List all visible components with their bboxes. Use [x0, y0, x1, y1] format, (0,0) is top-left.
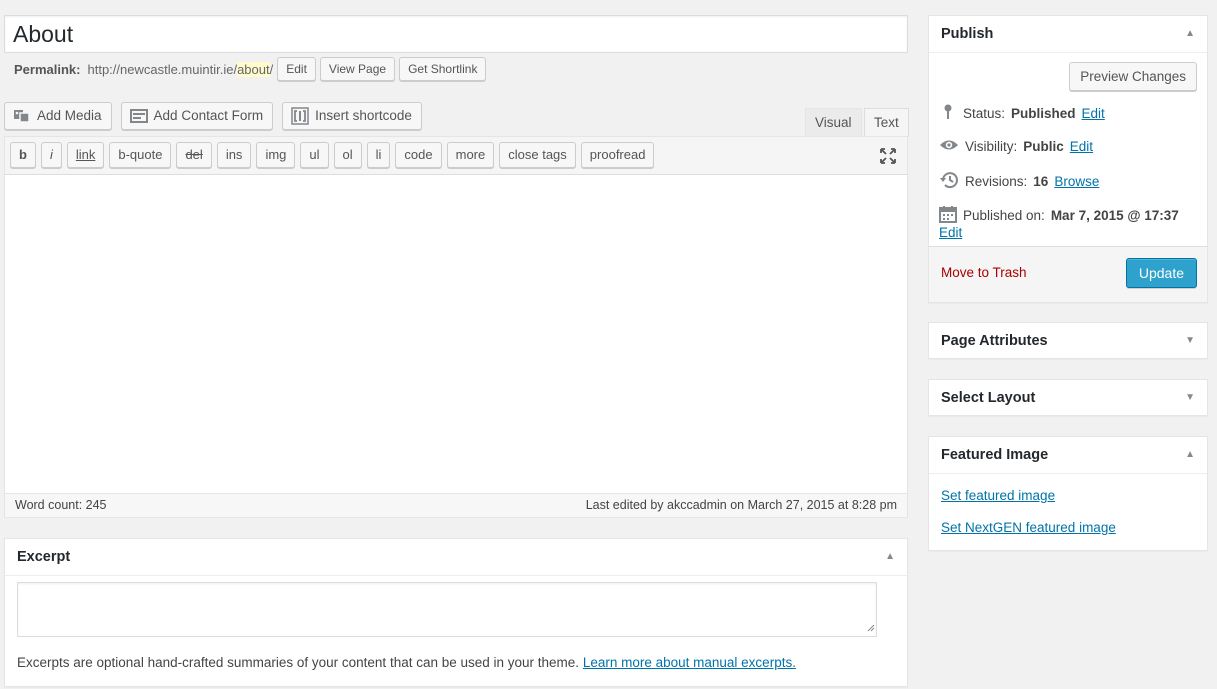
collapse-down-icon[interactable]: ▼ — [1185, 380, 1195, 416]
qt-ul-button[interactable]: ul — [300, 142, 329, 168]
page-attributes-title: Page Attributes — [941, 333, 1048, 349]
insert-shortcode-label: Insert shortcode — [315, 108, 412, 123]
permalink-edit-button[interactable]: Edit — [277, 57, 316, 81]
calendar-icon — [939, 205, 957, 226]
select-layout-box: Select Layout ▼ — [928, 379, 1208, 416]
collapse-down-icon[interactable]: ▼ — [1185, 323, 1195, 359]
content-editor: b i link b-quote del ins img ul ol li co… — [4, 136, 908, 518]
add-contact-form-button[interactable]: Add Contact Form — [120, 102, 274, 130]
fullscreen-icon[interactable] — [880, 148, 896, 164]
qt-code-button[interactable]: code — [395, 142, 442, 168]
permalink-label: Permalink: — [14, 61, 81, 77]
status-value: Published — [1011, 106, 1076, 121]
qt-bquote-button[interactable]: b-quote — [109, 142, 172, 168]
word-count: Word count: 245 — [15, 498, 107, 512]
select-layout-header[interactable]: Select Layout ▼ — [929, 380, 1207, 417]
revisions-browse-link[interactable]: Browse — [1054, 174, 1099, 189]
publish-header[interactable]: Publish ▲ — [929, 16, 1207, 53]
collapse-up-icon[interactable]: ▲ — [1185, 437, 1195, 473]
tab-visual[interactable]: Visual — [805, 108, 862, 137]
quicktags-toolbar: b i link b-quote del ins img ul ol li co… — [5, 137, 907, 175]
collapse-up-icon[interactable]: ▲ — [1185, 16, 1195, 52]
add-media-button[interactable]: Add Media — [4, 102, 112, 130]
excerpt-box: Excerpt ▲ Excerpts are optional hand-cra… — [4, 538, 908, 687]
excerpt-header[interactable]: Excerpt ▲ — [5, 539, 907, 576]
form-icon — [129, 108, 148, 124]
visibility-row: Visibility: Public Edit — [939, 137, 1093, 156]
qt-ol-button[interactable]: ol — [333, 142, 362, 168]
permalink-base: http://newcastle.muintir.ie/ — [87, 61, 238, 77]
update-button[interactable]: Update — [1125, 258, 1197, 288]
eye-icon — [939, 137, 959, 156]
content-textarea[interactable] — [5, 175, 907, 495]
title-input[interactable]: About — [4, 15, 908, 53]
revisions-label: Revisions: — [965, 174, 1028, 189]
published-on-row: Published on: Mar 7, 2015 @ 17:37 — [939, 205, 1179, 226]
add-media-label: Add Media — [37, 108, 102, 123]
visibility-label: Visibility: — [965, 139, 1018, 154]
editor-status-bar: Word count: 245 Last edited by akccadmin… — [5, 493, 907, 517]
preview-changes-button[interactable]: Preview Changes — [1069, 62, 1197, 91]
status-edit-link[interactable]: Edit — [1082, 106, 1105, 121]
qt-img-button[interactable]: img — [256, 142, 296, 168]
page-attributes-header[interactable]: Page Attributes ▼ — [929, 323, 1207, 360]
published-on-label: Published on: — [963, 208, 1045, 223]
excerpt-title: Excerpt — [17, 549, 71, 565]
history-icon — [939, 171, 959, 192]
media-icon — [13, 108, 31, 124]
qt-close-tags-button[interactable]: close tags — [499, 142, 576, 168]
status-row: Status: Published Edit — [939, 103, 1105, 124]
page-attributes-box: Page Attributes ▼ — [928, 322, 1208, 359]
tab-text[interactable]: Text — [864, 108, 909, 137]
revisions-row: Revisions: 16 Browse — [939, 171, 1099, 192]
set-nextgen-featured-image-link[interactable]: Set NextGEN featured image — [941, 520, 1116, 535]
status-label: Status: — [963, 106, 1006, 121]
publish-title: Publish — [941, 26, 994, 42]
featured-image-title: Featured Image — [941, 447, 1049, 463]
pin-icon — [939, 103, 957, 124]
qt-italic-button[interactable]: i — [40, 142, 62, 168]
permalink-slug: about — [237, 61, 270, 77]
qt-ins-button[interactable]: ins — [216, 142, 252, 168]
shortcode-icon — [291, 107, 309, 125]
visibility-edit-link[interactable]: Edit — [1070, 139, 1093, 154]
permalink-url: http://newcastle.muintir.ie/about/ — [87, 61, 274, 77]
qt-link-button[interactable]: link — [66, 142, 105, 168]
move-to-trash-link[interactable]: Move to Trash — [941, 265, 1027, 280]
publish-actions: Move to Trash Update — [929, 246, 1207, 302]
excerpt-textarea[interactable] — [17, 582, 877, 637]
collapse-up-icon[interactable]: ▲ — [885, 539, 895, 575]
qt-li-button[interactable]: li — [366, 142, 391, 168]
set-featured-image-link[interactable]: Set featured image — [941, 488, 1055, 503]
excerpt-description-text: Excerpts are optional hand-crafted summa… — [17, 655, 580, 670]
featured-image-header[interactable]: Featured Image ▲ — [929, 437, 1207, 474]
resize-grip-icon[interactable] — [867, 620, 875, 635]
qt-del-button[interactable]: del — [176, 142, 212, 168]
insert-shortcode-button[interactable]: Insert shortcode — [282, 102, 422, 130]
add-contact-form-label: Add Contact Form — [153, 108, 264, 123]
media-buttons: Add Media Add Contact Form Insert shortc… — [4, 102, 422, 130]
published-on-value: Mar 7, 2015 @ 17:37 — [1050, 208, 1179, 223]
get-shortlink-button[interactable]: Get Shortlink — [399, 57, 487, 81]
permalink-row: Permalink: http://newcastle.muintir.ie/a… — [14, 56, 487, 82]
visibility-value: Public — [1023, 139, 1064, 154]
select-layout-title: Select Layout — [941, 390, 1036, 406]
published-on-edit-link[interactable]: Edit — [939, 225, 962, 240]
featured-image-box: Featured Image ▲ Set featured image Set … — [928, 436, 1208, 551]
title-text: About — [13, 21, 74, 47]
permalink-trailing: / — [269, 61, 274, 77]
last-edited: Last edited by akccadmin on March 27, 20… — [585, 498, 897, 512]
learn-more-excerpts-link[interactable]: Learn more about manual excerpts. — [583, 655, 796, 670]
excerpt-description: Excerpts are optional hand-crafted summa… — [17, 655, 796, 670]
qt-proofread-button[interactable]: proofread — [580, 142, 655, 168]
view-page-button[interactable]: View Page — [319, 57, 396, 81]
qt-more-button[interactable]: more — [446, 142, 495, 168]
qt-bold-button[interactable]: b — [10, 142, 36, 168]
revisions-value: 16 — [1033, 174, 1049, 189]
publish-box: Publish ▲ Preview Changes Status: Publis… — [928, 15, 1208, 303]
